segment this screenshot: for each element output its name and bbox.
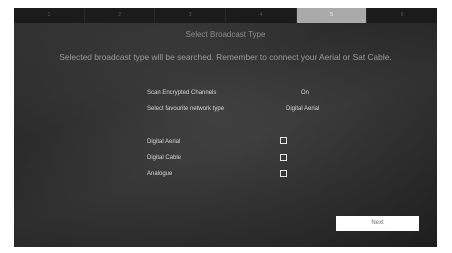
favourite-network-label: Select favourite network type bbox=[147, 106, 225, 112]
digital-cable-checkbox[interactable] bbox=[280, 154, 287, 161]
tv-setup-screen: 1 2 3 4 5 6 Select Broadcast Type Select… bbox=[14, 8, 437, 247]
page-title: Select Broadcast Type bbox=[185, 30, 266, 39]
favourite-network-value[interactable]: Digital Aerial bbox=[286, 106, 319, 112]
setup-step-bar: 1 2 3 4 5 6 bbox=[14, 8, 437, 23]
digital-aerial-label: Digital Aerial bbox=[147, 139, 181, 145]
step-2: 2 bbox=[85, 8, 156, 23]
step-5-active: 5 bbox=[296, 8, 368, 23]
digital-cable-label: Digital Cable bbox=[147, 155, 182, 161]
page-instructions: Selected broadcast type will be searched… bbox=[59, 52, 392, 62]
analogue-label: Analogue bbox=[147, 171, 173, 177]
step-6: 6 bbox=[400, 12, 404, 18]
digital-aerial-checkbox[interactable] bbox=[280, 137, 287, 144]
scan-encrypted-label: Scan Encrypted Channels bbox=[147, 90, 217, 96]
step-1: 1 bbox=[14, 8, 85, 23]
analogue-checkbox[interactable] bbox=[280, 170, 287, 177]
step-4: 4 bbox=[226, 8, 297, 23]
scan-encrypted-value[interactable]: On bbox=[301, 90, 309, 96]
step-3: 3 bbox=[155, 8, 227, 23]
next-button[interactable]: Next bbox=[336, 216, 419, 231]
